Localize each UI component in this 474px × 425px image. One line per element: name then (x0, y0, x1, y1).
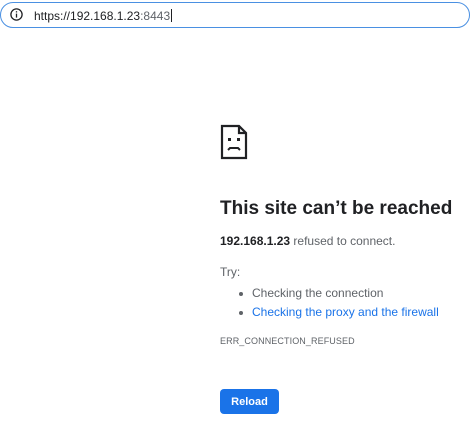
error-summary-suffix: refused to connect. (290, 234, 396, 248)
url-host: https://192.168.1.23 (34, 9, 141, 23)
suggestion-check-connection: Checking the connection (252, 286, 384, 300)
url-input[interactable]: https://192.168.1.23:8443 (34, 9, 173, 23)
address-bar[interactable]: https://192.168.1.23:8443 (0, 2, 470, 28)
error-code: ERR_CONNECTION_REFUSED (220, 336, 355, 346)
sad-page-icon (220, 124, 248, 160)
info-icon[interactable] (10, 8, 23, 21)
error-summary: 192.168.1.23 refused to connect. (220, 234, 395, 249)
text-caret (171, 9, 173, 22)
try-label: Try: (220, 265, 241, 279)
suggestion-item: Checking the proxy and the firewall (238, 303, 439, 322)
error-title: This site can’t be reached (220, 198, 453, 219)
suggestions-list: Checking the connection Checking the pro… (238, 284, 439, 322)
suggestion-proxy-firewall-link[interactable]: Checking the proxy and the firewall (252, 305, 439, 319)
suggestion-item: Checking the connection (238, 284, 439, 303)
error-host: 192.168.1.23 (220, 234, 291, 248)
url-port: :8443 (140, 9, 171, 23)
reload-button[interactable]: Reload (220, 389, 279, 414)
